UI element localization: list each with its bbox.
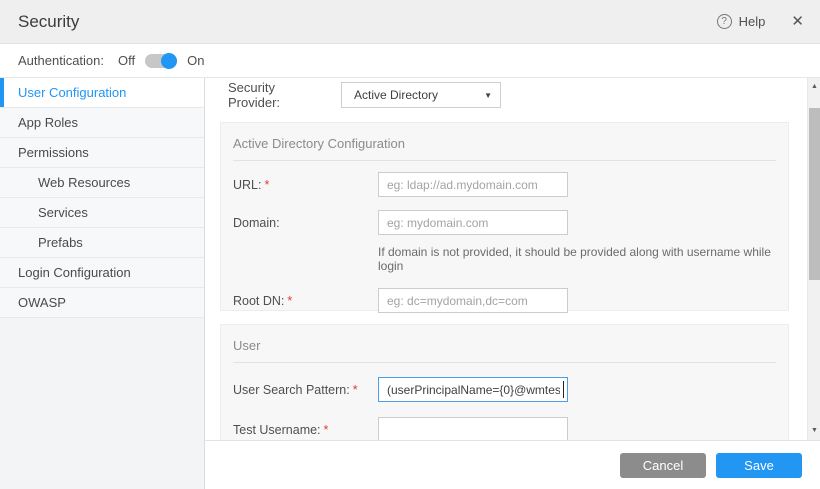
footer-bar: Cancel Save [205,440,820,489]
domain-input[interactable] [378,210,568,235]
active-directory-panel: Active Directory Configuration URL:* Dom… [220,122,789,311]
vertical-scrollbar[interactable]: ▲ ▼ [807,78,820,440]
url-label: URL:* [233,172,378,192]
security-provider-label: Security Provider: [228,80,318,110]
user-search-pattern-label: User Search Pattern:* [233,377,378,397]
text-cursor [563,381,564,398]
authentication-label: Authentication: [18,53,118,68]
security-provider-row: Security Provider: Active Directory ▼ [228,80,807,110]
required-mark: * [353,383,358,397]
sidebar-item-login-configuration[interactable]: Login Configuration [0,258,204,288]
sidebar-item-app-roles[interactable]: App Roles [0,108,204,138]
user-search-pattern-input[interactable] [378,377,568,402]
sidebar-item-web-resources[interactable]: Web Resources [0,168,204,198]
dialog-body: User Configuration App Roles Permissions… [0,78,820,489]
root-dn-input[interactable] [378,288,568,313]
scrollbar-thumb[interactable] [809,108,820,280]
toggle-off-label: Off [118,53,135,68]
authentication-row: Authentication: Off On [0,44,820,78]
help-icon[interactable]: ? [717,14,732,29]
required-mark: * [264,178,269,192]
security-provider-value: Active Directory [354,88,484,102]
user-panel-title: User [233,325,776,363]
test-username-label: Test Username:* [233,417,378,437]
root-dn-field-row: Root DN:* [221,273,788,315]
scroll-up-icon[interactable]: ▲ [808,80,820,94]
dialog-header: Security ? Help ✕ [0,0,820,44]
security-dialog: Security ? Help ✕ Authentication: Off On… [0,0,820,489]
close-icon[interactable]: ✕ [791,14,804,29]
sidebar-item-services[interactable]: Services [0,198,204,228]
active-directory-panel-title: Active Directory Configuration [233,123,776,161]
help-button[interactable]: ? Help [717,14,766,29]
security-provider-select[interactable]: Active Directory ▼ [341,82,501,108]
url-field-row: URL:* [221,161,788,199]
sidebar-item-owasp[interactable]: OWASP [0,288,204,318]
scroll-area: Security Provider: Active Directory ▼ Ac… [205,78,807,440]
page-title: Security [18,12,717,32]
toggle-knob[interactable] [161,53,177,69]
chevron-down-icon: ▼ [484,91,492,100]
user-search-pattern-row: User Search Pattern:* [221,363,788,404]
user-panel: User User Search Pattern:* Test Username… [220,324,789,440]
main-content: Security Provider: Active Directory ▼ Ac… [205,78,820,489]
scroll-down-icon[interactable]: ▼ [808,424,820,438]
required-mark: * [324,423,329,437]
cancel-button[interactable]: Cancel [620,453,706,478]
toggle-on-label: On [187,53,204,68]
test-username-row: Test Username:* [221,404,788,440]
required-mark: * [287,294,292,308]
test-username-input[interactable] [378,417,568,440]
save-button[interactable]: Save [716,453,802,478]
sidebar-item-permissions[interactable]: Permissions [0,138,204,168]
root-dn-label: Root DN:* [233,288,378,308]
domain-label: Domain: [233,210,378,230]
authentication-toggle[interactable] [145,53,177,69]
domain-field-row: Domain: [221,199,788,237]
sidebar-item-prefabs[interactable]: Prefabs [0,228,204,258]
sidebar: User Configuration App Roles Permissions… [0,78,205,489]
url-input[interactable] [378,172,568,197]
domain-hint: If domain is not provided, it should be … [221,237,788,273]
sidebar-item-user-configuration[interactable]: User Configuration [0,78,204,108]
help-label[interactable]: Help [739,14,766,29]
